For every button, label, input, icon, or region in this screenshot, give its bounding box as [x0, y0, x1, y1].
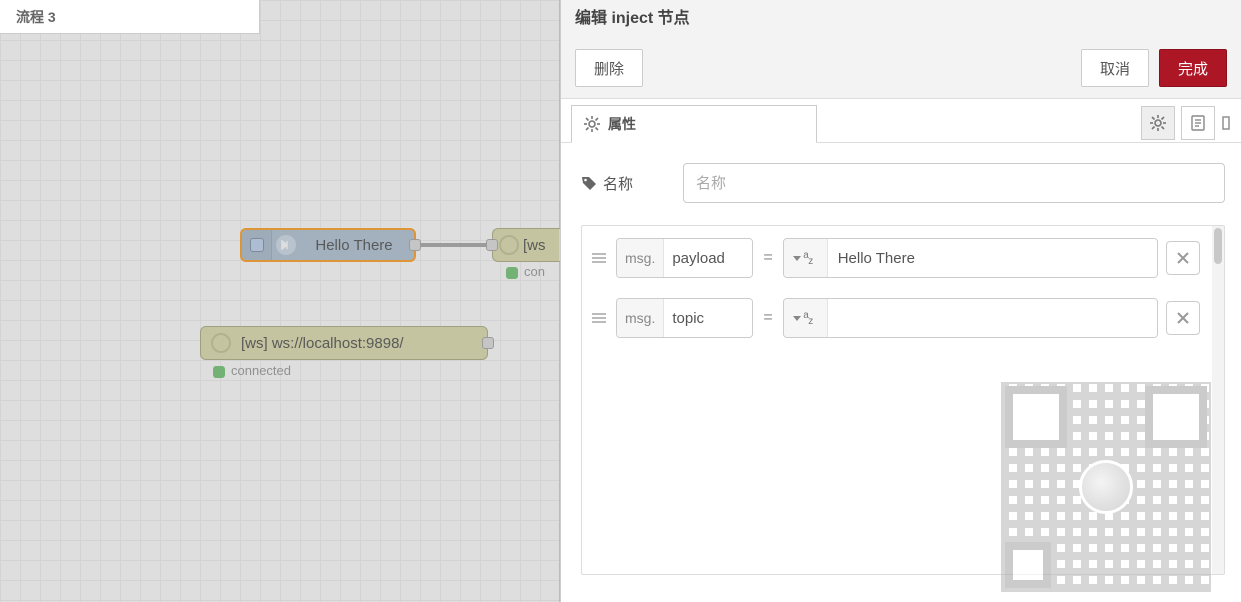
close-icon [1177, 252, 1189, 264]
msg-key-input[interactable] [664, 299, 752, 337]
done-button[interactable]: 完成 [1159, 49, 1227, 87]
status-dot [213, 366, 225, 378]
node-description-button[interactable] [1181, 106, 1215, 140]
msg-value-field[interactable]: a z [783, 298, 1158, 338]
status-text: con [524, 264, 545, 279]
property-list: msg. = a z [581, 225, 1225, 575]
drag-handle-icon[interactable] [590, 313, 608, 323]
node-output-port[interactable] [409, 239, 421, 251]
value-type-selector[interactable]: a z [784, 239, 828, 277]
msg-key-input[interactable] [664, 239, 752, 277]
caret-down-icon [793, 256, 801, 261]
inject-arrow-icon [276, 235, 296, 255]
status-text: connected [231, 363, 291, 378]
delete-row-button[interactable] [1166, 241, 1200, 275]
tab-properties-label: 属性 [608, 114, 636, 134]
flow-tab[interactable]: 流程 3 [0, 0, 260, 34]
ws-in-node-label: [ws] ws://localhost:9898/ [241, 335, 404, 352]
node-inject[interactable]: Hello There [240, 228, 416, 262]
inject-trigger-button[interactable] [242, 230, 272, 260]
node-input-port[interactable] [486, 239, 498, 251]
name-label: 名称 [603, 173, 633, 194]
appearance-icon [1222, 115, 1232, 131]
panel-header: 编辑 inject 节点 删除 取消 完成 [561, 0, 1241, 99]
name-row: 名称 [581, 163, 1225, 203]
ws-out-node-label: [ws [523, 237, 546, 254]
wire [416, 243, 494, 247]
globe-icon [499, 235, 519, 255]
caret-down-icon [793, 316, 801, 321]
equals-label: = [761, 309, 774, 327]
globe-icon [211, 333, 231, 353]
delete-button[interactable]: 删除 [575, 49, 643, 87]
msg-value-field[interactable]: a z [783, 238, 1158, 278]
msg-value-input[interactable] [828, 239, 1157, 277]
value-type-selector[interactable]: a z [784, 299, 828, 337]
scrollbar-thumb[interactable] [1214, 228, 1222, 264]
flow-tab-label: 流程 3 [16, 7, 56, 27]
form-area: 名称 msg. = a [561, 143, 1241, 602]
node-websocket-in[interactable]: [ws] ws://localhost:9898/ [200, 326, 488, 360]
gear-icon [584, 116, 600, 132]
scrollbar[interactable] [1212, 226, 1224, 574]
delete-row-button[interactable] [1166, 301, 1200, 335]
node-output-port[interactable] [482, 337, 494, 349]
drag-handle-icon[interactable] [590, 253, 608, 263]
tag-icon [581, 175, 597, 191]
inject-node-label: Hello There [302, 237, 414, 254]
edit-node-panel: 编辑 inject 节点 删除 取消 完成 属性 [560, 0, 1241, 602]
property-row: msg. = a z [590, 298, 1222, 338]
edit-tabs: 属性 [561, 99, 1241, 143]
name-input[interactable] [683, 163, 1225, 203]
equals-label: = [761, 249, 774, 267]
property-row: msg. = a z [590, 238, 1222, 278]
msg-prefix-label: msg. [617, 239, 664, 277]
node-settings-button[interactable] [1141, 106, 1175, 140]
msg-prefix-label: msg. [617, 299, 664, 337]
cancel-button[interactable]: 取消 [1081, 49, 1149, 87]
msg-key-field[interactable]: msg. [616, 298, 753, 338]
close-icon [1177, 312, 1189, 324]
panel-title: 编辑 inject 节点 [575, 0, 1227, 38]
gear-icon [1150, 115, 1166, 131]
msg-value-input[interactable] [828, 299, 1157, 337]
document-icon [1191, 115, 1205, 131]
tab-properties[interactable]: 属性 [571, 105, 817, 143]
flow-canvas[interactable]: 流程 3 Hello There [ws con [ws] ws://local… [0, 0, 560, 602]
node-appearance-button[interactable] [1221, 106, 1233, 140]
status-dot [506, 267, 518, 279]
msg-key-field[interactable]: msg. [616, 238, 753, 278]
